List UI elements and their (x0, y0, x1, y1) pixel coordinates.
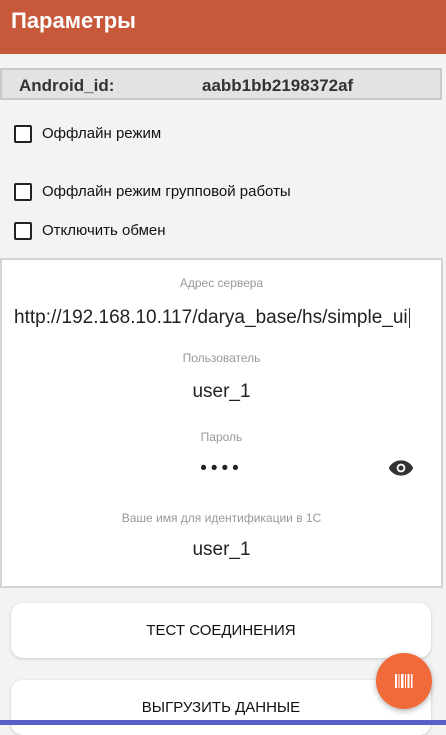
test-connection-button[interactable]: ТЕСТ СОЕДИНЕНИЯ (11, 603, 431, 658)
server-address-caption: Адрес сервера (179, 276, 264, 290)
connection-settings-card: Адрес сервера http://192.168.10.117/dary… (0, 258, 443, 588)
user-caption: Пользователь (182, 351, 261, 365)
password-input[interactable]: •••• (2, 458, 441, 480)
offline-group-mode-checkbox[interactable] (14, 183, 32, 201)
android-id-value: aabb1bb2198372af (202, 76, 354, 95)
identification-caption: Ваше имя для идентификации в 1С (121, 511, 322, 525)
user-input[interactable]: user_1 (2, 381, 441, 403)
offline-mode-label: Оффлайн режим (42, 125, 162, 142)
app-bar: Параметры (0, 0, 446, 54)
disable-exchange-label: Отключить обмен (42, 222, 166, 239)
eye-icon[interactable] (388, 459, 414, 477)
identification-input[interactable]: user_1 (2, 539, 441, 561)
offline-mode-checkbox[interactable] (14, 125, 32, 143)
password-caption: Пароль (200, 430, 243, 444)
upload-data-button[interactable]: ВЫГРУЗИТЬ ДАННЫЕ (11, 680, 431, 735)
android-id-row: Android_id: aabb1bb2198372af (0, 68, 442, 100)
server-address-text: http://192.168.10.117/darya_base/hs/simp… (14, 307, 408, 328)
navigation-bar-edge (0, 720, 446, 725)
offline-group-mode-label: Оффлайн режим групповой работы (42, 183, 291, 200)
disable-exchange-checkbox[interactable] (14, 222, 32, 240)
text-cursor (408, 307, 410, 328)
server-address-input[interactable]: http://192.168.10.117/darya_base/hs/simp… (14, 307, 433, 329)
page-title: Параметры (11, 8, 136, 33)
android-id-label: Android_id: (19, 76, 115, 95)
barcode-scan-button[interactable] (376, 653, 432, 709)
barcode-icon (395, 674, 413, 688)
